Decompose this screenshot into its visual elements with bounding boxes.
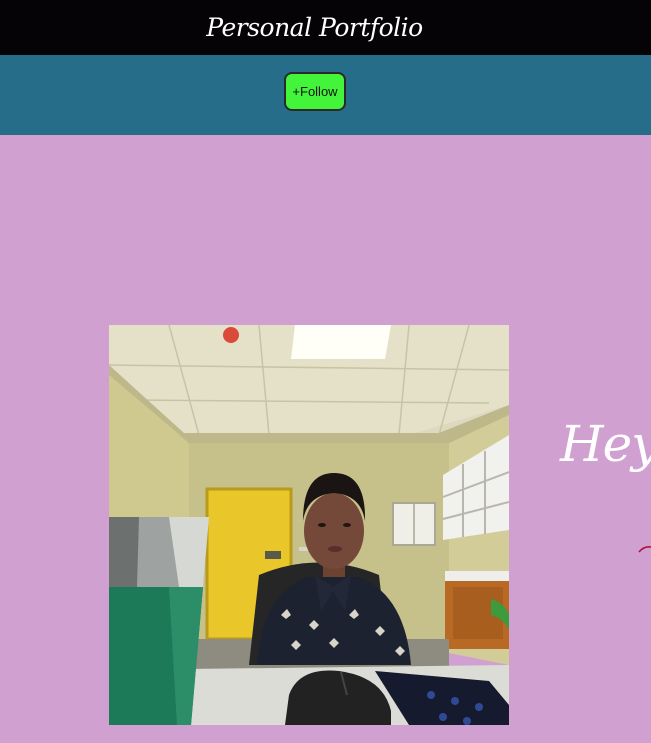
action-bar: +Follow	[0, 55, 651, 135]
site-title: Personal Portfolio	[206, 13, 423, 42]
site-header: Personal Portfolio	[0, 0, 651, 55]
greeting-heading: Hey	[560, 415, 651, 473]
decorative-red-stroke	[638, 546, 651, 553]
profile-photo	[109, 325, 509, 725]
follow-button[interactable]: +Follow	[284, 72, 346, 111]
hero-section: Hey	[0, 135, 651, 743]
